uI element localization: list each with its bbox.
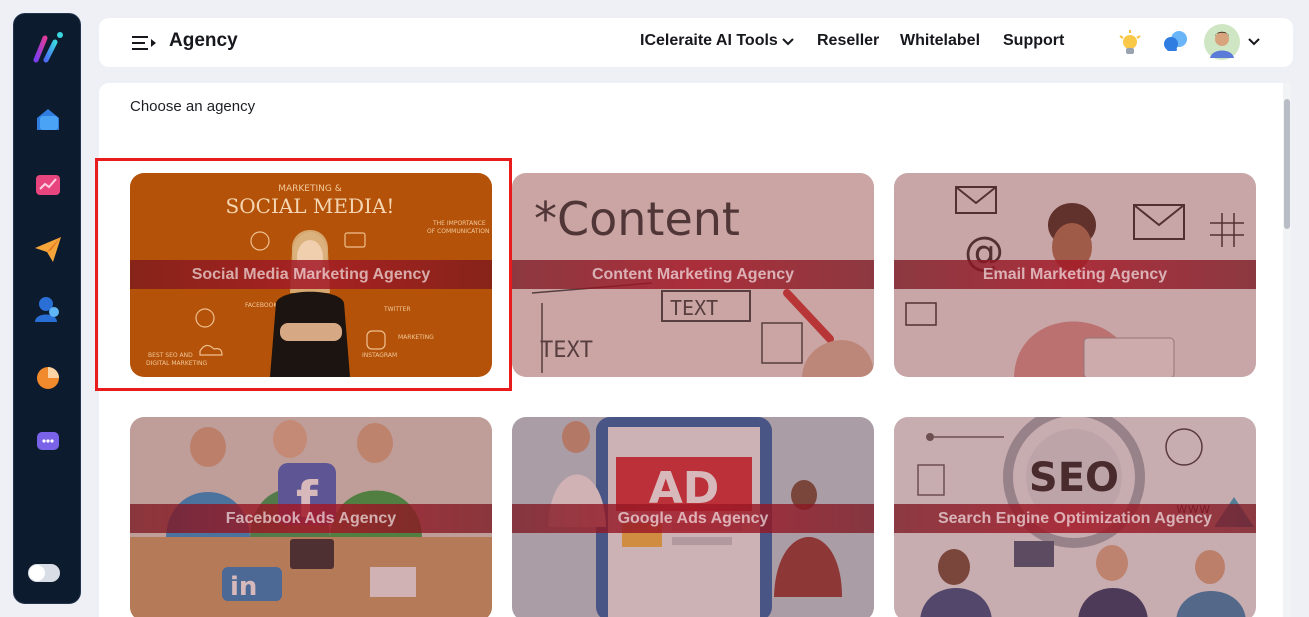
send-icon[interactable] <box>31 232 65 266</box>
analytics-icon[interactable] <box>31 167 65 201</box>
agency-card-band: Content Marketing Agency <box>512 260 874 289</box>
agency-card-google-ads[interactable]: AD Google Ads Agency <box>512 417 874 617</box>
chevron-down-icon[interactable] <box>781 37 795 47</box>
agency-card-seo[interactable]: SEO www Search Engine Optimization Agenc… <box>894 417 1256 617</box>
agency-card-label: Content Marketing Agency <box>591 266 795 283</box>
lightbulb-icon[interactable] <box>1118 30 1142 56</box>
sidebar <box>13 13 81 604</box>
selected-card-highlight <box>95 158 512 391</box>
agency-card-band: Facebook Ads Agency <box>130 504 492 533</box>
agency-card-label: Facebook Ads Agency <box>225 510 397 527</box>
nav-reseller[interactable]: Reseller <box>817 32 879 50</box>
pie-chart-icon[interactable] <box>31 360 65 394</box>
top-header: Agency ICeleraite AI Tools Reseller Whit… <box>99 18 1293 67</box>
chat-icon[interactable] <box>31 424 65 458</box>
nav-ai-tools[interactable]: ICeleraite AI Tools <box>640 32 778 50</box>
nav-whitelabel[interactable]: Whitelabel <box>900 32 980 50</box>
toggle-knob <box>29 565 45 581</box>
agency-card-band: Search Engine Optimization Agency <box>894 504 1256 533</box>
scrollbar[interactable] <box>1283 83 1291 617</box>
app-logo-icon[interactable] <box>31 30 65 64</box>
agency-card-band: Email Marketing Agency <box>894 260 1256 289</box>
agency-card-email-marketing[interactable]: @ Email Marketing Agency <box>894 173 1256 377</box>
agency-card-content-marketing[interactable]: *Content TEXT TEXT Content Marketing Age… <box>512 173 874 377</box>
scrollbar-thumb[interactable] <box>1284 99 1290 229</box>
avatar[interactable] <box>1204 24 1240 60</box>
chevron-down-icon[interactable] <box>1247 37 1261 47</box>
agency-card-label: Google Ads Agency <box>617 510 769 527</box>
agency-card-band: Google Ads Agency <box>512 504 874 533</box>
section-label: Choose an agency <box>130 98 256 115</box>
theme-toggle[interactable] <box>28 564 60 582</box>
menu-icon[interactable] <box>130 34 158 52</box>
users-icon[interactable] <box>31 292 65 326</box>
agency-card-label: Email Marketing Agency <box>982 266 1168 283</box>
notification-icon[interactable] <box>1161 29 1189 55</box>
nav-support[interactable]: Support <box>1003 32 1064 50</box>
home-icon[interactable] <box>31 102 65 136</box>
agency-card-label: Search Engine Optimization Agency <box>937 510 1213 527</box>
page-title: Agency <box>169 30 238 51</box>
agency-card-facebook-ads[interactable]: f in Facebook Ads Agency <box>130 417 492 617</box>
